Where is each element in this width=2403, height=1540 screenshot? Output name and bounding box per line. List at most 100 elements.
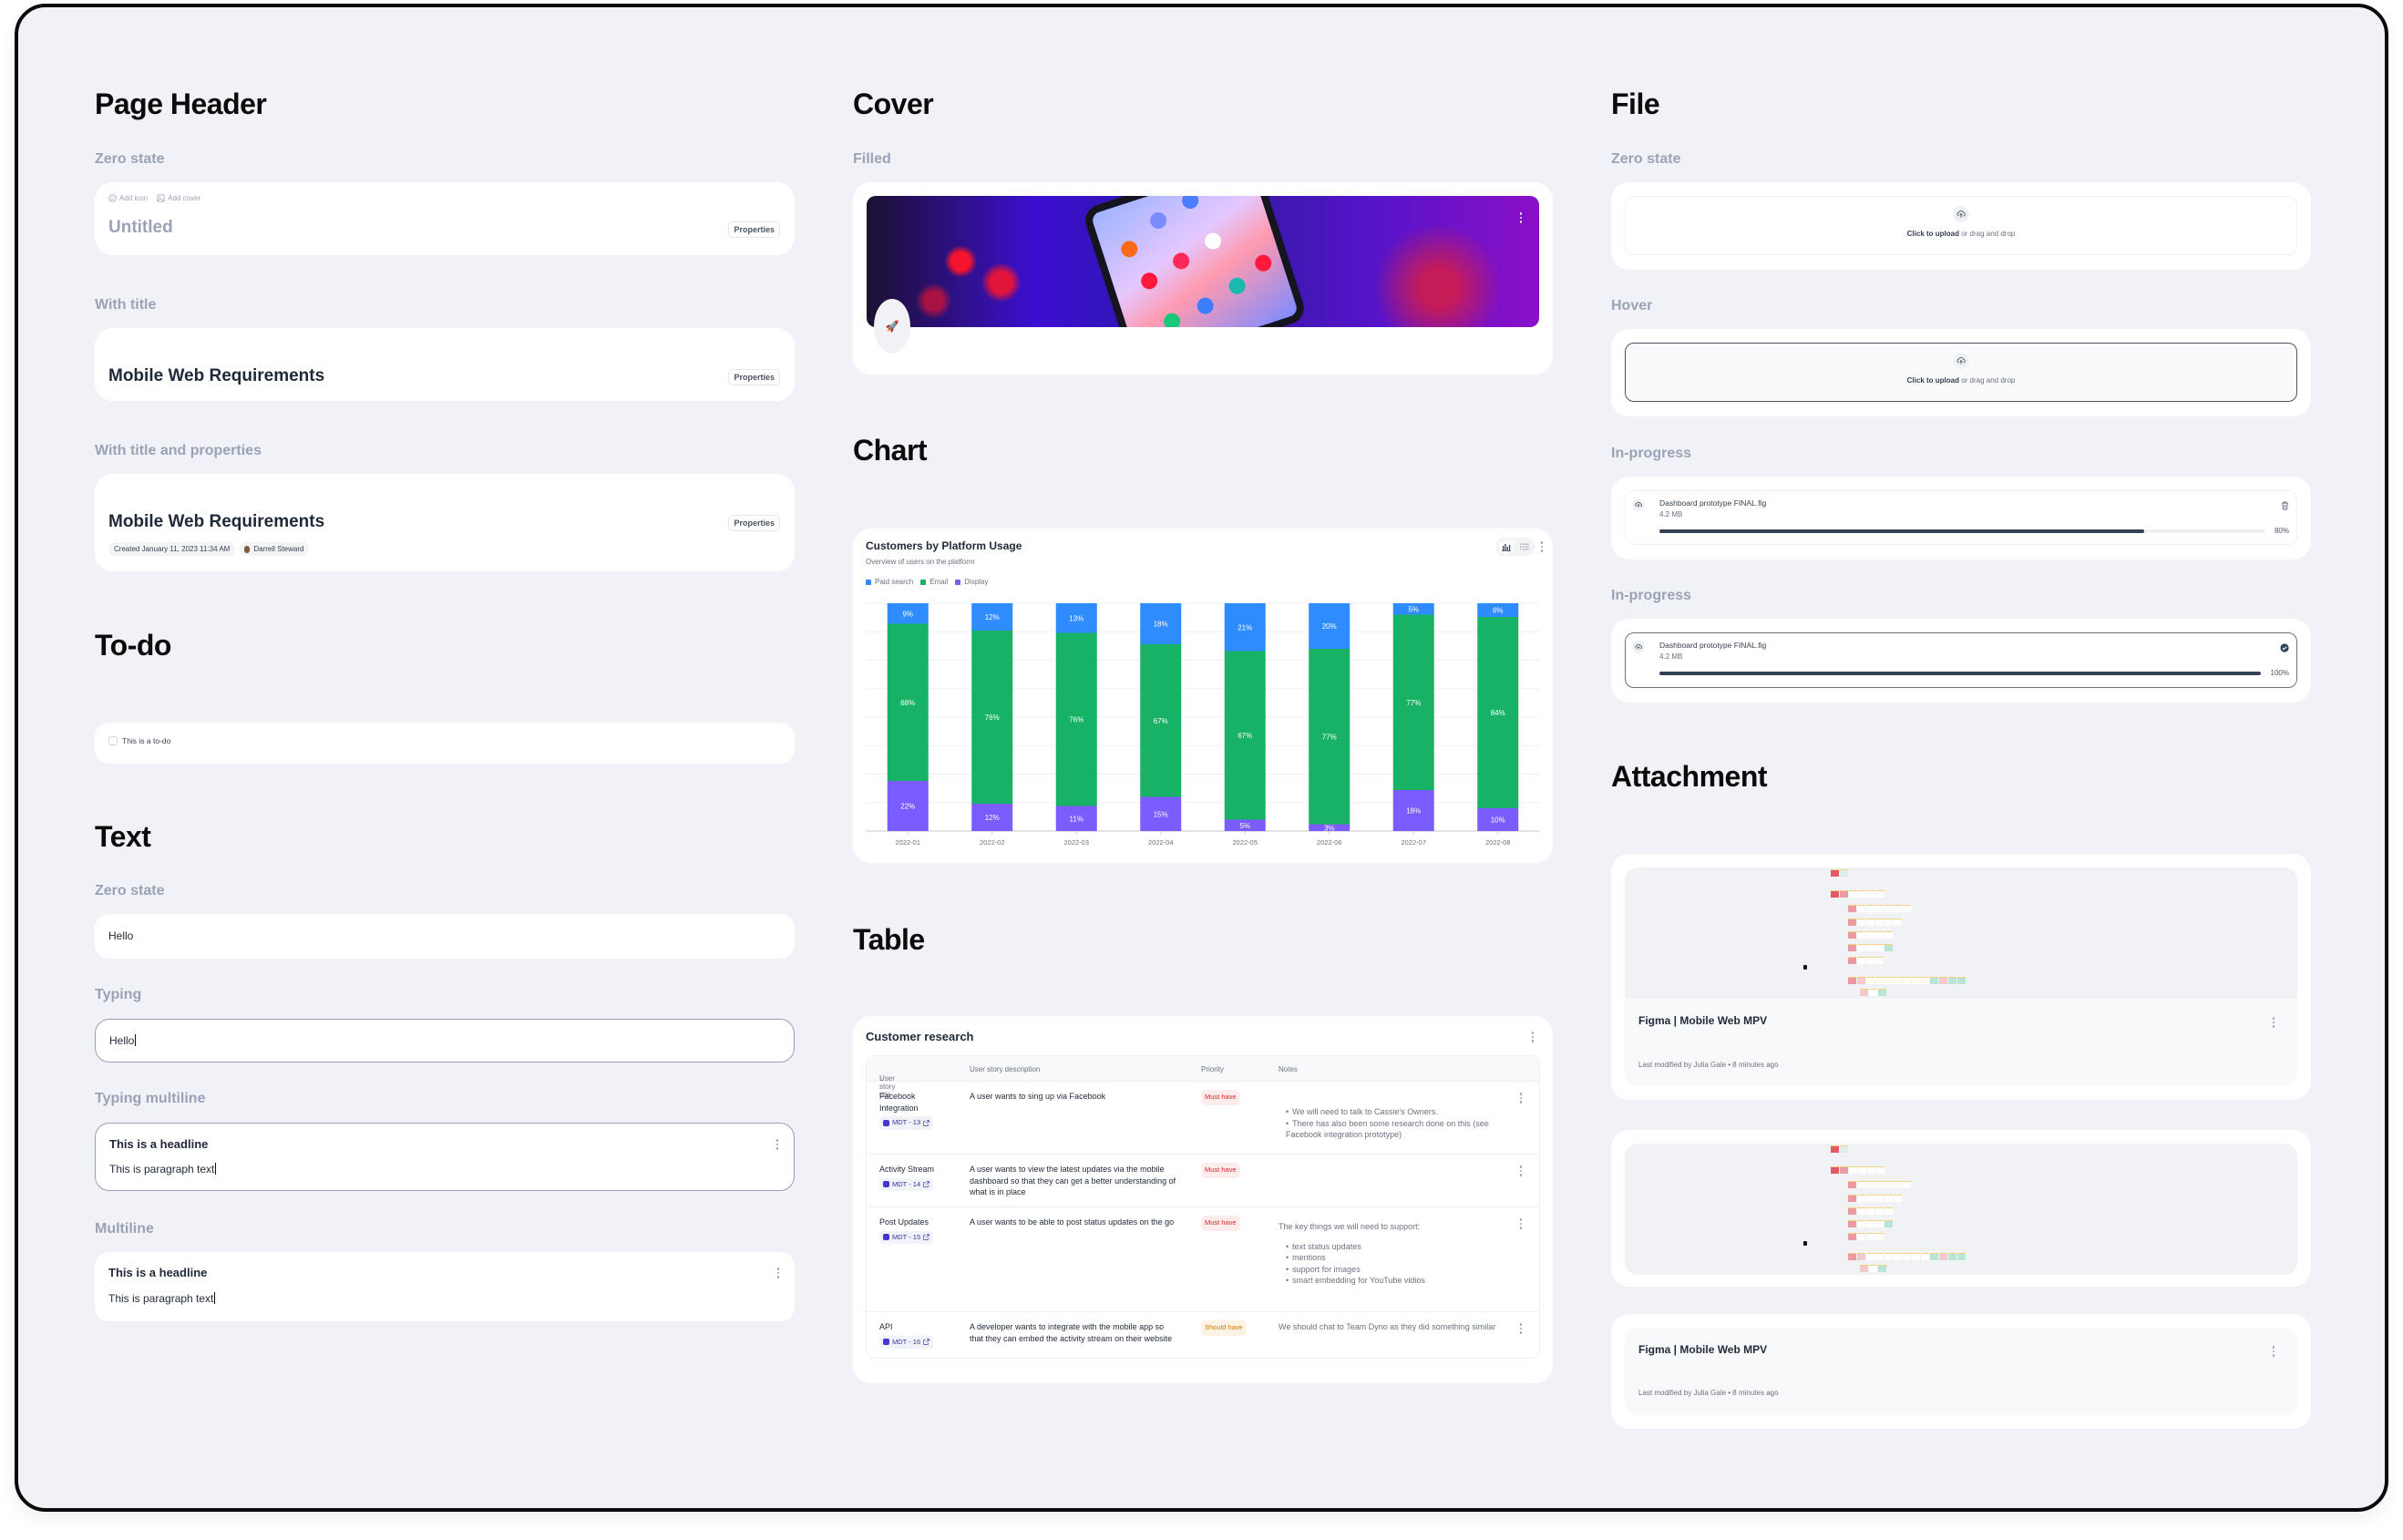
attachment-link[interactable]: Figma | Mobile Web MPV Last modified by …	[1625, 1328, 2297, 1415]
bar-data-label: 5%	[1408, 605, 1419, 613]
story-title-cell: Activity Stream MDT - 14	[879, 1164, 952, 1191]
more-options-icon[interactable]	[1531, 1032, 1535, 1042]
app-icon	[1170, 251, 1192, 272]
preview-frame-block	[1848, 1233, 1856, 1240]
preview-frame-block	[1857, 1253, 1865, 1260]
trash-icon[interactable]	[2281, 498, 2289, 515]
story-title-cell: Facebook Integration MDT - 13	[879, 1091, 952, 1130]
click-to-upload-link[interactable]: Click to upload	[1907, 376, 1959, 385]
preview-frame-block	[1857, 905, 1865, 912]
ticket-link[interactable]: MDT - 16	[879, 1335, 934, 1349]
properties-button[interactable]: Properties	[728, 515, 780, 531]
app-icon	[1138, 270, 1160, 292]
created-date-text: Created January 11, 2023 11:34 AM	[114, 545, 231, 553]
row-more-options-icon[interactable]	[1519, 1218, 1523, 1229]
author-chip[interactable]: Darrell Steward	[239, 542, 310, 556]
more-options-icon[interactable]	[775, 1139, 779, 1150]
app-icon	[1195, 295, 1217, 316]
preview-frame-block	[1894, 977, 1902, 984]
add-cover-button[interactable]: Add cover	[157, 194, 200, 202]
text-block-multiline[interactable]: This is a headline This is paragraph tex…	[95, 1252, 795, 1321]
bar-data-label: 12%	[985, 814, 1000, 822]
row-more-options-icon[interactable]	[1519, 1093, 1523, 1104]
preview-frame-block	[1875, 1195, 1884, 1202]
ticket-link[interactable]: MDT - 14	[879, 1177, 934, 1191]
preview-frame-block	[1857, 977, 1865, 984]
attachment-link[interactable]	[1625, 1144, 2297, 1275]
ticket-link[interactable]: MDT - 13	[879, 1116, 934, 1130]
upload-item: Dashboard prototype FINAL.fig 4.2 MB 100…	[1625, 632, 2297, 688]
properties-button[interactable]: Properties	[728, 369, 780, 385]
preview-frame-block	[1878, 989, 1886, 996]
text-input-zero-state[interactable]: Hello	[95, 914, 795, 959]
table-row[interactable]: Facebook Integration MDT - 13 A user wants…	[867, 1082, 1539, 1155]
created-date-chip: Created January 11, 2023 11:34 AM	[108, 542, 236, 556]
todo-checkbox[interactable]	[108, 736, 118, 745]
preview-frame-block	[1884, 1220, 1893, 1227]
row-more-options-icon[interactable]	[1519, 1323, 1523, 1334]
smiley-icon	[108, 194, 117, 202]
preview-frame-block	[1840, 1145, 1848, 1153]
bar-data-label: 11%	[1070, 815, 1083, 823]
more-options-icon[interactable]	[2272, 1346, 2275, 1357]
attachment-card-preview-only	[1611, 1130, 2311, 1287]
ticket-link[interactable]: MDT - 15	[879, 1230, 934, 1244]
priority-badge: Must have	[1201, 1090, 1240, 1105]
x-tick-label: 2022-07	[1401, 838, 1426, 847]
text-input-typing[interactable]: Hello	[95, 1019, 795, 1063]
add-icon-button[interactable]: Add icon	[108, 194, 148, 202]
page-title-placeholder[interactable]: Untitled	[108, 218, 173, 238]
attachment-title: Figma | Mobile Web MPV	[1638, 1343, 1768, 1356]
preview-frame-block	[1866, 1233, 1874, 1240]
table-row[interactable]: Activity Stream MDT - 14 A user wants to v…	[867, 1155, 1539, 1207]
priority-cell: Must have	[1201, 1163, 1240, 1178]
external-link-icon	[923, 1181, 929, 1187]
preview-frame-block	[1948, 977, 1956, 984]
bar-data-label: 9%	[902, 610, 913, 618]
story-description: A user wants to be able to post status u…	[970, 1217, 1175, 1227]
preview-frame-block	[1849, 1166, 1857, 1174]
properties-button[interactable]: Properties	[728, 221, 780, 238]
attachment-link[interactable]: Figma | Mobile Web MPV Last modified by …	[1625, 868, 2297, 1086]
more-options-icon[interactable]	[776, 1268, 780, 1278]
preview-frame-block	[1884, 1207, 1893, 1215]
ticket-id: MDT - 14	[892, 1179, 921, 1188]
preview-frame-block	[1884, 944, 1893, 951]
stacked-bar-chart: 22% 68% 9% 2022-01 12% 76% 12% 2022-02 11% 76% 13%…	[866, 602, 1540, 847]
file-dropzone[interactable]: Click to upload or drag and drop	[1625, 196, 2297, 255]
column-header-priority[interactable]: Priority	[1201, 1065, 1224, 1073]
more-options-icon[interactable]	[2272, 1017, 2275, 1028]
cover-image[interactable]	[867, 196, 1539, 327]
preview-frame-block	[1858, 1166, 1866, 1174]
story-description: A developer wants to integrate with the …	[970, 1322, 1173, 1343]
preview-frame-block	[1884, 1181, 1893, 1188]
preview-frame-block	[1866, 931, 1874, 939]
column-header-notes[interactable]: Notes	[1279, 1065, 1298, 1073]
bar-data-label: 10%	[1491, 816, 1505, 825]
preview-frame-block	[1894, 919, 1902, 926]
author-name: Darrell Steward	[253, 545, 304, 553]
more-options-icon[interactable]	[1519, 212, 1523, 223]
page-header-with-title-card: Mobile Web Requirements Properties	[95, 328, 795, 401]
external-link-icon	[923, 1234, 929, 1240]
preview-frame-block	[1875, 1233, 1884, 1240]
row-more-options-icon[interactable]	[1519, 1165, 1523, 1176]
page-title[interactable]: Mobile Web Requirements	[108, 512, 324, 532]
preview-frame-block	[1912, 977, 1920, 984]
click-to-upload-link[interactable]: Click to upload	[1907, 230, 1959, 238]
check-circle-icon	[2280, 641, 2289, 657]
preview-frame-block	[1884, 977, 1893, 984]
table-row[interactable]: API MDT - 16 A developer wants to integrat…	[867, 1312, 1539, 1358]
file-dropzone-hover[interactable]: Click to upload or drag and drop	[1625, 343, 2297, 402]
column-header-description[interactable]: User story description	[970, 1065, 1040, 1073]
app-icon	[1179, 196, 1201, 211]
text-block-typing-multiline[interactable]: This is a headline This is paragraph tex…	[95, 1123, 795, 1191]
table-row[interactable]: Post Updates MDT - 15 A user wants to be a…	[867, 1207, 1539, 1312]
preview-frame-block	[1930, 977, 1938, 984]
page-title[interactable]: Mobile Web Requirements	[108, 366, 324, 386]
todo-item[interactable]: This is a to-do	[108, 736, 170, 745]
section-heading-todo: To-do	[95, 629, 171, 662]
rocket-icon[interactable]: 🚀	[874, 299, 910, 354]
notes-list: text status updatesmentionssupport for i…	[1279, 1241, 1497, 1287]
bar-data-label: 15%	[1154, 810, 1168, 818]
